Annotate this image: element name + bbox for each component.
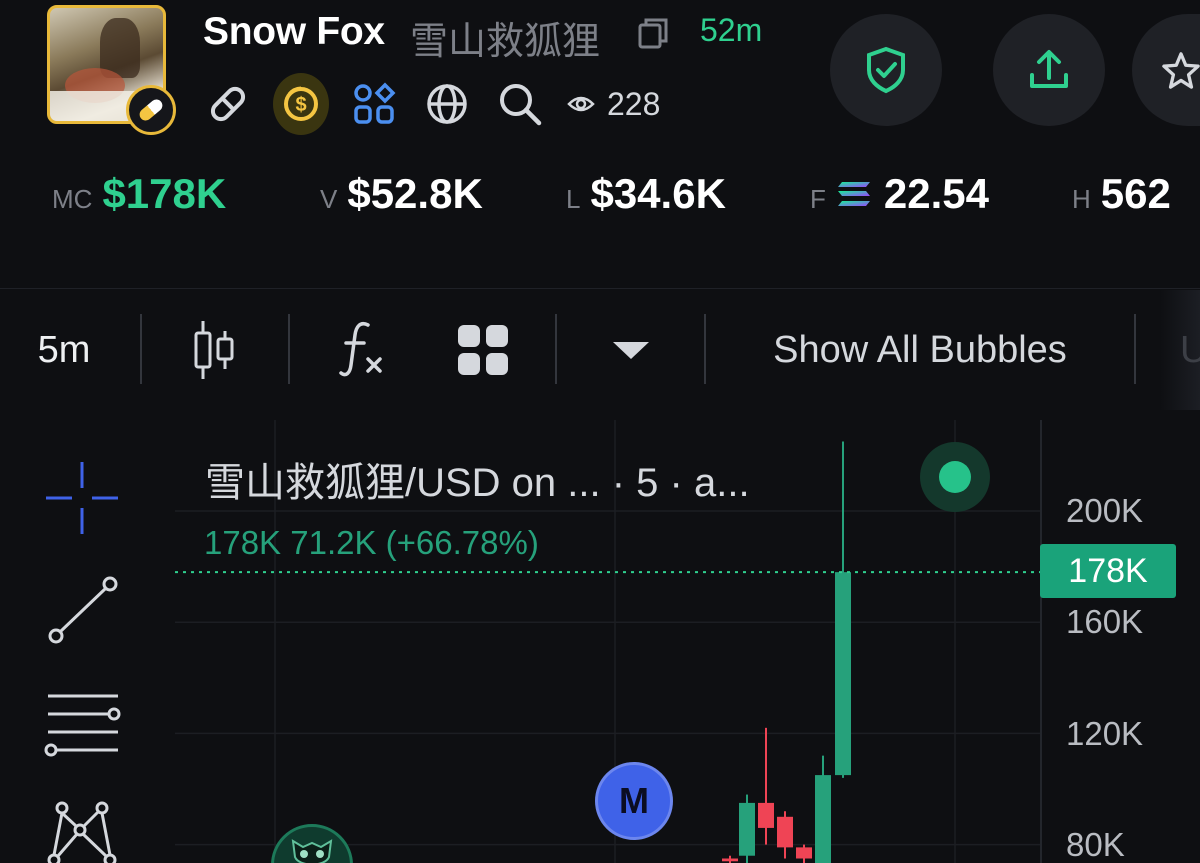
stat-label: H [1072,184,1091,214]
stat-value: 22.54 [883,170,989,217]
interval-label: 5m [37,328,91,371]
chart-title-rest: /USD on ... · 5 · a... [405,461,750,505]
stat-holders: H 562 [1072,170,1171,218]
token-links: $ 228 [200,73,660,135]
candle-body [815,775,831,863]
candle-body [835,572,851,776]
grid-apps-icon[interactable] [346,76,402,132]
favorite-button[interactable] [1132,14,1200,126]
stat-value: 562 [1100,170,1171,217]
dollar-coin-icon[interactable]: $ [273,73,329,135]
link-icon[interactable] [200,76,256,132]
stat-label: MC [52,184,93,214]
migration-marker[interactable]: M [595,762,673,840]
section-divider [0,288,1200,289]
stat-liquidity: L $34.6K [566,170,726,218]
share-button[interactable] [993,14,1105,126]
stat-value: $34.6K [590,170,726,217]
current-price-tag: 178K [1040,544,1176,598]
toolbar-overflow-item[interactable]: U [1160,290,1200,410]
token-stats: MC $178K V $52.8K L $34.6K F 22.54 H 562 [0,170,1200,230]
eye-icon [567,96,595,112]
stat-label: L [566,184,581,214]
function-fx-icon [339,322,382,377]
interval-button[interactable]: 5m [18,290,110,410]
globe-icon[interactable] [419,76,475,132]
candle-body [777,816,793,848]
trend-line-tool[interactable] [40,568,124,652]
solana-icon [837,182,870,206]
y-axis-tick: 200K [1066,492,1144,529]
stat-label: V [320,184,338,214]
stat-value: $178K [102,170,227,217]
candle-body [758,802,774,828]
indicators-button[interactable] [328,290,398,410]
view-count: 228 [567,86,660,123]
svg-text:$: $ [295,94,306,116]
pattern-nodes-icon [47,801,117,863]
caret-down-icon [613,342,649,359]
more-dropdown-button[interactable] [596,290,666,410]
crosshair-icon [46,462,118,534]
security-check-button[interactable] [830,14,942,126]
trend-line-icon [48,576,118,644]
search-icon[interactable] [492,76,548,132]
stat-label: F [810,184,826,214]
grid-layout-icon [458,325,508,375]
pill-icon [126,85,176,135]
stat-market-cap: MC $178K [52,170,226,218]
stat-value: $52.8K [347,170,483,217]
y-axis-tick: 120K [1066,715,1144,752]
fib-retracement-tool[interactable] [40,680,124,764]
star-icon [1162,52,1200,89]
chart-toolbar: 5m Show All Bubbles [0,290,1200,410]
view-count-value: 228 [607,85,661,122]
candlestick-icon [194,321,234,379]
token-name: Snow Fox [203,10,385,53]
token-name-cn: 雪山救狐狸 [410,19,601,63]
stat-volume: V $52.8K [320,170,483,218]
chart-type-button[interactable] [180,290,250,410]
token-age: 52m [700,12,763,48]
shield-check-icon [867,46,905,94]
owl-icon [291,839,333,863]
token-header: Snow Fox 雪山救狐狸 52m $ 228 [0,0,1200,160]
layout-button[interactable] [446,290,520,410]
share-upload-icon [1030,50,1068,88]
copy-icon[interactable] [636,16,670,50]
candle-body [722,858,738,862]
toolbar-divider [288,314,290,384]
pattern-tool[interactable] [40,792,124,863]
candle-body [796,847,812,859]
ohlc-legend: 178K 71.2K (+66.78%) [204,524,539,561]
toolbar-divider [140,314,142,384]
horizontal-lines-icon [44,694,121,757]
show-all-bubbles-label: Show All Bubbles [773,328,1067,371]
live-status-indicator[interactable] [920,442,990,512]
chart-title-pair: 雪山救狐狸 [205,460,405,506]
show-all-bubbles-button[interactable]: Show All Bubbles [738,290,1102,410]
chart-title: 雪山救狐狸/USD on ... · 5 · a... [205,450,750,508]
y-axis-tick: 160K [1066,603,1144,640]
stat-fees: F 22.54 [810,170,989,218]
toolbar-divider [704,314,706,384]
y-axis-tick: 80K [1066,826,1125,863]
toolbar-divider [555,314,557,384]
toolbar-divider [1134,314,1136,384]
candle-body [739,802,755,856]
crosshair-tool[interactable] [40,456,124,540]
